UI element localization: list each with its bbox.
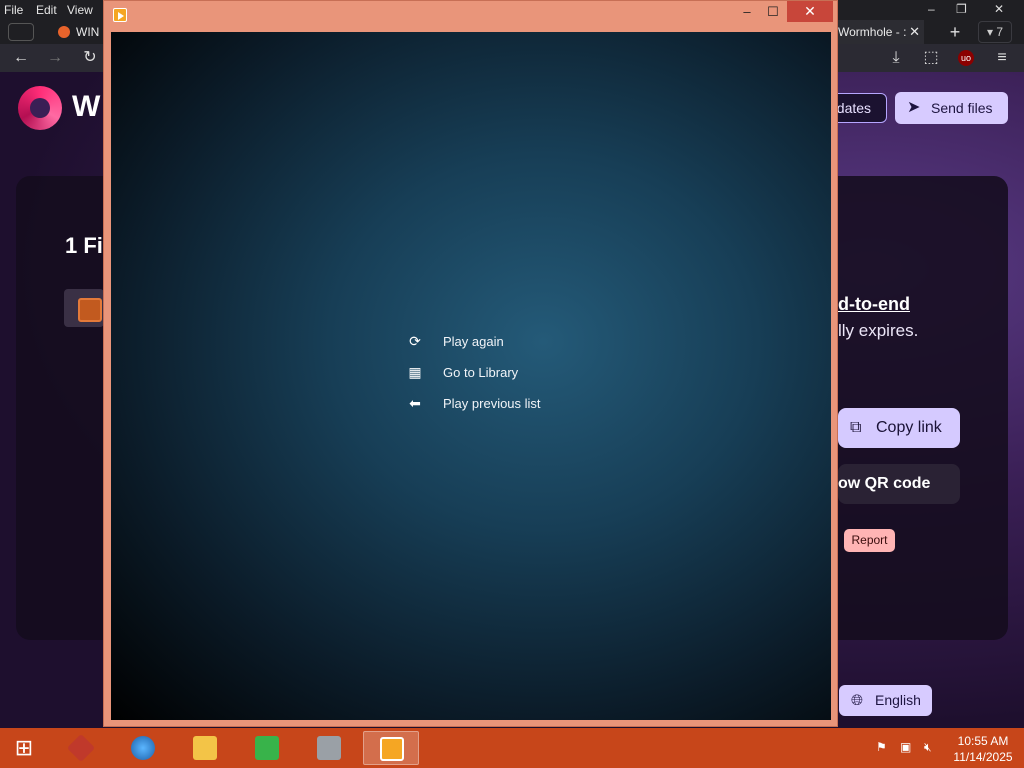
taskbar-app-file-explorer[interactable] <box>177 731 233 765</box>
globe-icon: 🌐︎ <box>851 692 864 709</box>
back-arrow-icon: ⬅ <box>409 395 421 411</box>
media-player-window: – ☐ ✕ ⟳ Play again ▦ Go to Library ⬅ Pla… <box>103 0 838 727</box>
tab-label: Wormhole - : <box>838 25 907 39</box>
library-icon: ▦ <box>408 364 422 380</box>
copy-link-button[interactable]: ⧉ Copy link <box>838 408 960 448</box>
network-icon[interactable]: ▣ <box>900 740 911 754</box>
brand-title: W <box>72 90 101 123</box>
folder-icon <box>193 736 217 760</box>
taskbar-app-browser[interactable] <box>115 731 171 765</box>
media-player-icon <box>113 8 127 22</box>
send-files-label: Send files <box>931 100 993 116</box>
restore-button[interactable]: ❐ <box>956 2 967 16</box>
new-tab-button[interactable]: + <box>941 21 969 43</box>
back-icon[interactable]: ← <box>10 48 32 68</box>
taskbar: ⊞ ⚑ ▣ 🔇︎ 10:55 AM 11/14/2025 <box>0 728 1024 768</box>
go-to-library-label: Go to Library <box>443 365 519 380</box>
forward-icon[interactable]: → <box>44 48 66 68</box>
tab-list-button[interactable]: ▾ 7 <box>978 21 1012 43</box>
menu-file[interactable]: File <box>4 3 23 17</box>
player-viewport: ⟳ Play again ▦ Go to Library ⬅ Play prev… <box>111 32 831 720</box>
system-tray: ⚑ ▣ 🔇︎ <box>872 736 942 760</box>
language-label: English <box>875 692 921 708</box>
browser-icon <box>131 736 155 760</box>
menu-hamburger-icon[interactable]: ≡ <box>991 48 1013 68</box>
tab-count: 7 <box>996 25 1004 39</box>
media-player-icon <box>380 737 404 761</box>
menu-edit[interactable]: Edit <box>36 3 57 17</box>
play-previous-list-label: Play previous list <box>443 396 541 411</box>
taskbar-app-red-cube[interactable] <box>53 731 109 765</box>
tab-wormhole[interactable]: Wormhole - : ✕ <box>832 20 924 44</box>
download-icon[interactable]: ⤓ <box>885 48 907 68</box>
language-button[interactable]: 🌐︎ English <box>839 685 932 716</box>
files-title: 1 Fi <box>65 233 103 258</box>
player-titlebar[interactable]: – ☐ ✕ <box>104 1 837 31</box>
tab-close-icon[interactable]: ✕ <box>909 20 920 44</box>
volume-muted-icon[interactable]: 🔇︎ <box>924 740 932 755</box>
end-to-end-link[interactable]: d-to-end <box>838 294 910 315</box>
taskbar-app-green-tablet[interactable] <box>239 731 295 765</box>
send-files-button[interactable]: ➤ Send files <box>895 92 1008 124</box>
send-icon: ➤ <box>907 99 921 116</box>
expires-text: lly expires. <box>838 321 919 340</box>
clock[interactable]: 10:55 AM 11/14/2025 <box>948 733 1018 765</box>
wormhole-logo-icon <box>18 86 62 130</box>
clock-date: 11/14/2025 <box>953 750 1013 764</box>
tab-label: WIN <box>76 25 100 39</box>
copy-link-label: Copy link <box>876 419 942 436</box>
ublock-icon[interactable]: uo <box>955 48 977 68</box>
extensions-icon[interactable]: ⬚ <box>920 48 942 68</box>
browser-window-controls: – ❐ ✕ <box>928 0 1024 20</box>
show-qr-code-button[interactable]: ow QR code <box>838 464 960 504</box>
tab-overview-icon[interactable] <box>8 23 34 41</box>
menu-view[interactable]: View <box>67 3 93 17</box>
taskbar-app-media-player[interactable] <box>363 731 419 765</box>
report-button[interactable]: Report <box>844 529 895 552</box>
tablet-icon <box>255 736 279 760</box>
server-icon <box>317 736 341 760</box>
copy-icon: ⧉ <box>850 419 862 436</box>
player-maximize-button[interactable]: ☐ <box>760 1 786 23</box>
taskbar-app-server[interactable] <box>301 731 357 765</box>
start-button[interactable]: ⊞ <box>0 728 48 768</box>
red-cube-icon <box>66 733 96 763</box>
minimize-button[interactable]: – <box>928 2 935 16</box>
play-again-label: Play again <box>443 334 504 349</box>
tab-win[interactable]: WIN <box>52 20 102 44</box>
player-close-button[interactable]: ✕ <box>787 1 833 22</box>
close-button[interactable]: ✕ <box>994 2 1004 16</box>
tab-favicon-icon <box>58 26 70 38</box>
player-minimize-button[interactable]: – <box>734 1 760 23</box>
replay-icon: ⟳ <box>409 333 421 349</box>
reload-icon[interactable]: ↻ <box>79 48 101 68</box>
flag-icon[interactable]: ⚑ <box>876 740 887 754</box>
file-icon[interactable] <box>64 289 104 327</box>
clock-time: 10:55 AM <box>957 734 1009 748</box>
